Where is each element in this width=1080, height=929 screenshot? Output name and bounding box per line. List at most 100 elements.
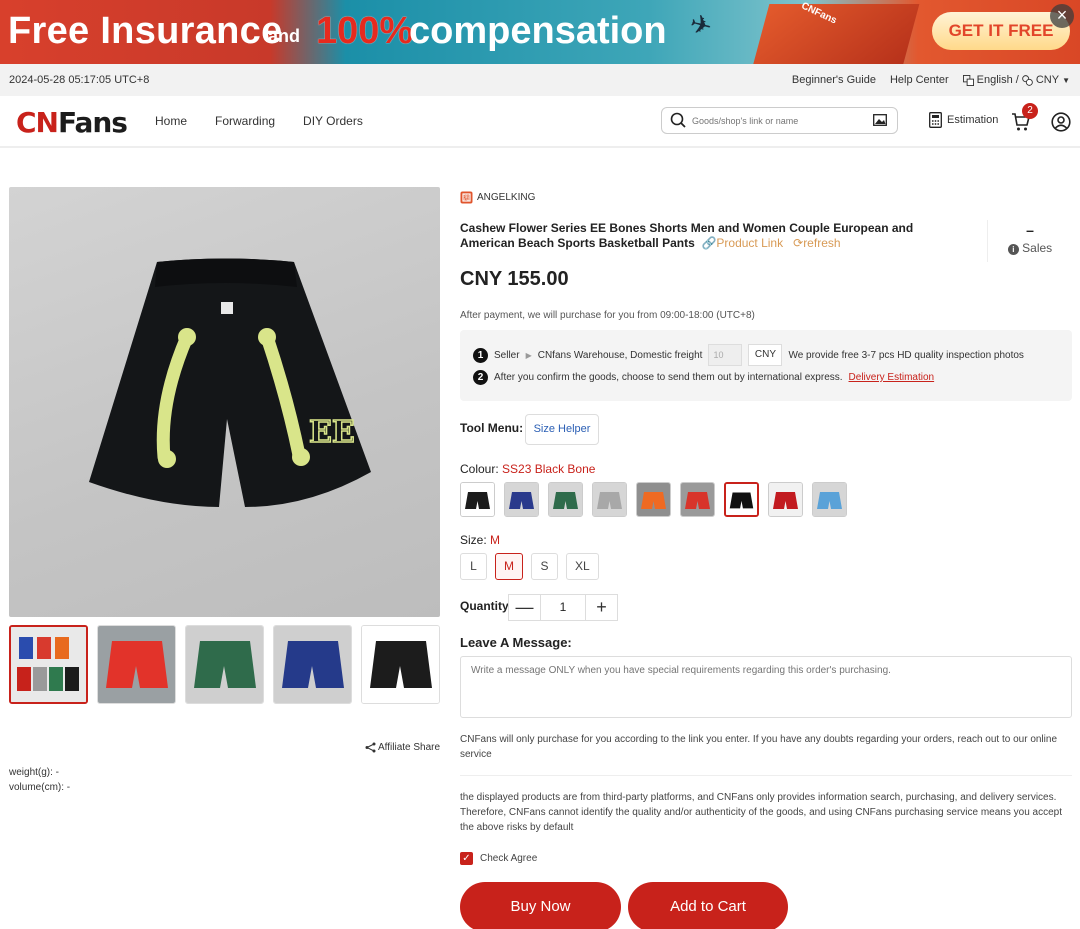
colour-swatch-selected[interactable] <box>724 482 759 517</box>
freight-currency: CNY <box>748 344 783 366</box>
colour-swatch[interactable] <box>768 482 803 517</box>
thumbnail-image <box>98 626 175 703</box>
agree-checkbox-row[interactable]: ✓ Check Agree <box>460 852 537 865</box>
thumbnail-item[interactable] <box>185 625 264 704</box>
currency-icon <box>1022 74 1033 86</box>
leave-message-label: Leave A Message: <box>460 635 572 650</box>
volume-info: volume(cm): - <box>9 782 71 793</box>
cnfans-logo[interactable]: CNFans <box>16 106 128 139</box>
quantity-increase-button[interactable]: + <box>586 595 617 620</box>
cart-count-badge: 2 <box>1022 103 1038 119</box>
warehouse-label: CNfans Warehouse, Domestic freight <box>537 349 703 361</box>
airplane-icon: ✈ <box>686 7 716 43</box>
divider <box>460 775 1072 776</box>
thumbnail-item[interactable] <box>9 625 88 704</box>
step-number: 2 <box>473 370 488 385</box>
svg-text:淘: 淘 <box>463 194 469 202</box>
message-textarea[interactable] <box>460 656 1072 718</box>
affiliate-share-label: Affiliate Share <box>378 742 441 753</box>
banner-close-icon[interactable]: × <box>1050 4 1074 28</box>
shop-icon: 淘 <box>460 191 473 204</box>
add-to-cart-button[interactable]: Add to Cart <box>628 882 788 929</box>
tool-menu-label: Tool Menu: <box>460 421 524 435</box>
purchase-process-box: 1 Seller ▶ CNfans Warehouse, Domestic fr… <box>460 330 1072 401</box>
estimation-button[interactable]: Estimation <box>929 112 998 128</box>
affiliate-share-button[interactable]: Affiliate Share <box>365 742 440 753</box>
size-option-xl[interactable]: XL <box>566 553 599 580</box>
free-photos-note: We provide free 3-7 pcs HD quality inspe… <box>788 349 1024 361</box>
quantity-stepper: — 1 + <box>508 594 618 621</box>
size-option-l[interactable]: L <box>460 553 487 580</box>
product-link[interactable]: 🔗Product Link <box>698 236 783 250</box>
thumbnail-strip <box>9 625 440 704</box>
main-product-image[interactable]: EE <box>9 187 440 617</box>
quantity-decrease-button[interactable]: — <box>509 595 540 620</box>
beginners-guide-link[interactable]: Beginner's Guide <box>792 74 876 86</box>
buy-now-button[interactable]: Buy Now <box>460 882 621 929</box>
chevron-down-icon: ▼ <box>1062 75 1070 85</box>
logo-fans: Fans <box>57 106 128 139</box>
currency-label: CNY <box>1035 74 1060 86</box>
quantity-input[interactable]: 1 <box>540 595 586 620</box>
sales-label-row: i Sales <box>988 241 1072 255</box>
colour-swatch[interactable] <box>592 482 627 517</box>
size-selected-value: M <box>490 533 501 547</box>
colour-label-text: Colour: <box>460 462 499 476</box>
search-input[interactable] <box>692 112 862 130</box>
arrow-right-icon: ▶ <box>525 350 532 360</box>
refresh-label: refresh <box>803 236 841 250</box>
top-info-bar: 2024-05-28 05:17:05 UTC+8 Beginner's Gui… <box>0 64 1080 96</box>
domestic-freight-input[interactable]: 10 <box>708 344 743 366</box>
colour-swatch[interactable] <box>680 482 715 517</box>
size-option-s[interactable]: S <box>531 553 558 580</box>
shorts-image: EE <box>89 258 371 507</box>
banner-text-compensation: compensation <box>409 10 667 52</box>
purchase-time-note: After payment, we will purchase for you … <box>460 310 755 321</box>
agree-checkbox[interactable]: ✓ <box>460 852 473 865</box>
colour-swatch[interactable] <box>812 482 847 517</box>
seller-name: ANGELKING <box>477 192 536 203</box>
delivery-estimation-link[interactable]: Delivery Estimation <box>849 372 935 383</box>
size-label: Size: M <box>460 533 500 547</box>
product-link-label: Product Link <box>716 236 784 250</box>
product-price: CNY 155.00 <box>460 268 569 290</box>
thumbnail-image <box>274 626 351 703</box>
colour-swatch[interactable] <box>636 482 671 517</box>
help-center-link[interactable]: Help Center <box>890 74 949 86</box>
user-avatar-icon[interactable] <box>1051 112 1071 132</box>
nav-home[interactable]: Home <box>155 114 187 128</box>
colour-swatch[interactable] <box>460 482 495 517</box>
colour-swatch[interactable] <box>548 482 583 517</box>
search-icon[interactable] <box>670 112 686 128</box>
nav-forwarding[interactable]: Forwarding <box>215 114 275 128</box>
promo-banner[interactable]: Free Insurance and 100% compensation ✈ C… <box>0 0 1080 64</box>
thumbnail-item[interactable] <box>97 625 176 704</box>
colour-swatches <box>460 482 847 517</box>
step2-text: After you confirm the goods, choose to s… <box>494 372 843 383</box>
info-icon[interactable]: i <box>1007 244 1019 255</box>
search-bar[interactable] <box>661 107 898 134</box>
svg-text:EE: EE <box>309 415 355 450</box>
sales-stat: – i Sales <box>987 220 1072 262</box>
size-option-m[interactable]: M <box>495 553 523 580</box>
thumbnail-item[interactable] <box>273 625 352 704</box>
size-helper-button[interactable]: Size Helper <box>525 414 599 445</box>
thumbnail-item[interactable] <box>361 625 440 704</box>
size-label-text: Size: <box>460 533 487 547</box>
colour-swatch[interactable] <box>504 482 539 517</box>
refresh-link[interactable]: ⟳refresh <box>786 236 840 250</box>
product-meta: weight(g): - volume(cm): - <box>9 765 70 795</box>
seller-shop[interactable]: 淘 ANGELKING <box>460 191 535 204</box>
language-currency-selector[interactable]: English / CNY ▼ <box>962 74 1070 86</box>
banner-text-and: and <box>268 26 301 46</box>
thumbnail-image <box>186 626 263 703</box>
agree-label: Check Agree <box>480 853 538 864</box>
nav-diy-orders[interactable]: DIY Orders <box>303 114 363 128</box>
weight-info: weight(g): - <box>9 767 60 778</box>
thumbnail-image <box>11 627 86 702</box>
refresh-icon: ⟳ <box>793 236 804 250</box>
link-icon: 🔗 <box>701 236 717 250</box>
colour-label: Colour: SS23 Black Bone <box>460 462 595 476</box>
colour-selected-value: SS23 Black Bone <box>502 462 596 476</box>
image-search-icon[interactable] <box>873 114 887 126</box>
